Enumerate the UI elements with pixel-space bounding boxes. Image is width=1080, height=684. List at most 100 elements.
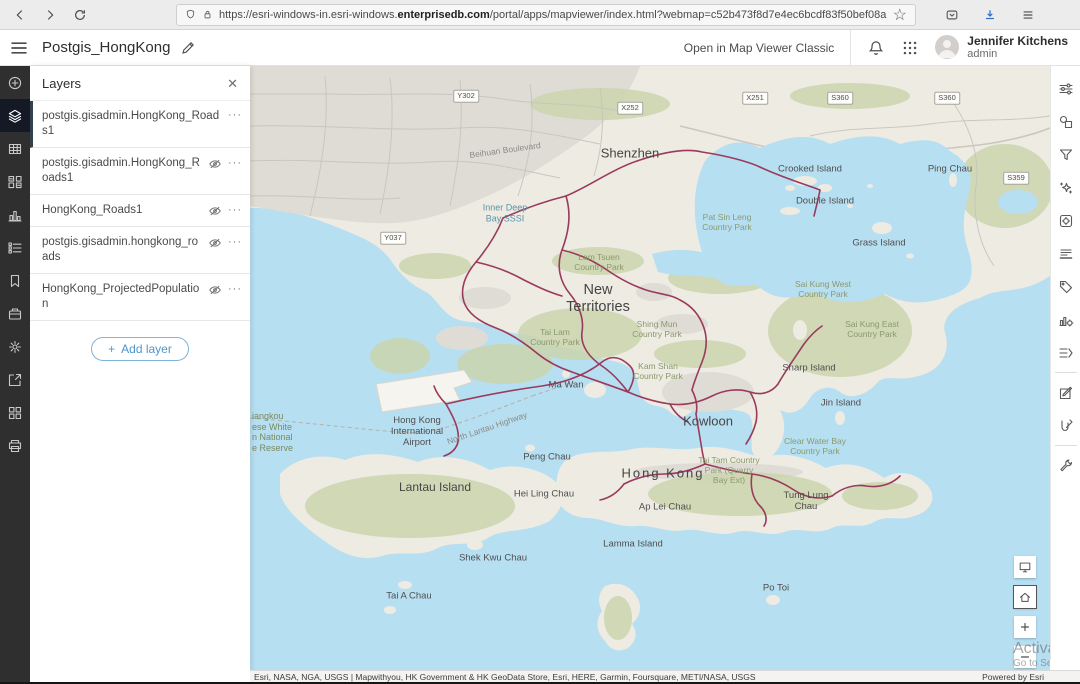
forward-icon[interactable] <box>38 3 62 27</box>
add-new-tool[interactable] <box>0 66 30 99</box>
wrench-icon <box>1058 458 1074 474</box>
layer-options-icon[interactable]: ··· <box>228 237 242 248</box>
layer-options-icon[interactable]: ··· <box>228 110 242 121</box>
layer-item[interactable]: HongKong_ProjectedPopulation··· <box>30 274 250 321</box>
print-tool[interactable] <box>0 429 30 462</box>
filter-tool[interactable] <box>1051 138 1080 171</box>
layer-item[interactable]: postgis.gisadmin.HongKong_Roads1 ··· <box>30 101 250 148</box>
reload-icon[interactable] <box>68 3 92 27</box>
configure-charts-tool[interactable] <box>1051 303 1080 336</box>
address-bar[interactable]: https://esri-windows-in.esri-windows.ent… <box>176 4 916 26</box>
map-canvas[interactable]: ShenzhenNew TerritoriesKowloonHong KongL… <box>250 66 1050 672</box>
browser-toolbar: https://esri-windows-in.esri-windows.ent… <box>0 0 1080 30</box>
gear-icon <box>7 339 23 355</box>
user-menu[interactable]: Jennifer Kitchens admin <box>935 34 1068 62</box>
right-toolbar <box>1050 66 1080 660</box>
edit-title-icon[interactable] <box>180 40 196 56</box>
monitor-icon <box>1018 560 1032 574</box>
app-launcher-grid-icon[interactable] <box>901 39 919 57</box>
properties-tool[interactable] <box>1051 72 1080 105</box>
layers-tool[interactable] <box>0 99 30 132</box>
visibility-eye-off-icon[interactable] <box>208 157 222 171</box>
aggregation-icon <box>1058 213 1074 229</box>
edit-tool[interactable] <box>1051 376 1080 409</box>
layer-options-icon[interactable]: ··· <box>228 284 242 295</box>
effects-icon <box>1058 180 1074 196</box>
legend-icon <box>7 240 23 256</box>
print-icon <box>7 438 23 454</box>
layer-item[interactable]: HongKong_Roads1 ··· <box>30 195 250 227</box>
tables-tool[interactable] <box>0 132 30 165</box>
sketch-tool[interactable] <box>1051 409 1080 442</box>
chart-icon <box>7 207 23 223</box>
charts-tool[interactable] <box>0 198 30 231</box>
apps-icon <box>7 405 23 421</box>
powered-by-esri: Powered by Esri <box>982 672 1044 682</box>
layer-options-icon[interactable]: ··· <box>228 158 242 169</box>
open-classic-link[interactable]: Open in Map Viewer Classic <box>684 41 835 55</box>
app-header: Postgis_HongKong Open in Map Viewer Clas… <box>0 30 1080 66</box>
basemap-tool[interactable] <box>0 165 30 198</box>
zoom-in-button[interactable] <box>1014 616 1036 638</box>
plus-icon <box>1018 620 1032 634</box>
chartgear-icon <box>1058 312 1074 328</box>
bookmark-star-icon[interactable]: ☆ <box>893 5 907 25</box>
layer-item[interactable]: postgis.gisadmin.HongKong_Roads1··· <box>30 148 250 195</box>
legend-tool[interactable] <box>0 231 30 264</box>
home-button[interactable] <box>1014 586 1036 608</box>
filter-icon <box>1058 147 1074 163</box>
header-divider <box>850 30 851 66</box>
attribution-bar: Esri, NASA, NGA, USGS | Mapwithyou, HK G… <box>250 670 1080 682</box>
save-open-tool[interactable] <box>0 297 30 330</box>
back-icon[interactable] <box>8 3 32 27</box>
layer-name: postgis.gisadmin.HongKong_Roads1 <box>42 109 222 139</box>
styles-tool[interactable] <box>1051 105 1080 138</box>
map-properties-tool[interactable] <box>0 330 30 363</box>
aggregation-tool[interactable] <box>1051 204 1080 237</box>
page-title: Postgis_HongKong <box>42 39 170 56</box>
layer-list: postgis.gisadmin.HongKong_Roads1···postg… <box>30 100 250 321</box>
map-controls <box>1014 556 1036 668</box>
visibility-eye-off-icon[interactable] <box>208 236 222 250</box>
zoom-out-button[interactable] <box>1014 646 1036 668</box>
downloads-icon[interactable] <box>978 3 1002 27</box>
bookmarks-tool[interactable] <box>0 264 30 297</box>
screen-extent-button[interactable] <box>1014 556 1036 578</box>
close-panel-icon[interactable]: ✕ <box>227 77 238 90</box>
toolbar-divider <box>1055 445 1077 446</box>
layers-panel: Layers ✕ postgis.gisadmin.HongKong_Roads… <box>30 66 250 682</box>
share-map-tool[interactable] <box>0 363 30 396</box>
add-layer-button[interactable]: +Add layer <box>91 337 189 361</box>
home-icon <box>1018 590 1032 604</box>
configure-fields-tool[interactable] <box>1051 336 1080 369</box>
minus-icon <box>1018 650 1032 664</box>
visibility-eye-off-icon[interactable] <box>208 283 222 297</box>
url-text[interactable]: https://esri-windows-in.esri-windows.ent… <box>219 9 887 21</box>
map-tools-tool[interactable] <box>1051 449 1080 482</box>
visibility-eye-off-icon[interactable] <box>208 204 222 218</box>
fields-icon <box>1058 345 1074 361</box>
layer-name: HongKong_Roads1 <box>42 203 202 218</box>
pop-ups-tool[interactable] <box>1051 270 1080 303</box>
menu-icon[interactable] <box>1016 3 1040 27</box>
effects-tool[interactable] <box>1051 171 1080 204</box>
labels-tool[interactable] <box>1051 237 1080 270</box>
lock-icon[interactable] <box>202 9 213 20</box>
create-app-tool[interactable] <box>0 396 30 429</box>
browser-window: { "browser": { "url_pre": "https://esri-… <box>0 0 1080 684</box>
basemap-icon <box>7 174 23 190</box>
avatar <box>935 35 959 59</box>
app-menu-icon[interactable] <box>8 37 30 59</box>
layer-options-icon[interactable]: ··· <box>228 205 242 216</box>
notifications-bell-icon[interactable] <box>867 39 885 57</box>
shield-permissions-icon[interactable] <box>185 9 196 20</box>
layer-name: postgis.gisadmin.hongkong_roads <box>42 235 202 265</box>
left-toolbar <box>0 66 30 682</box>
attribution-sources: Esri, NASA, NGA, USGS | Mapwithyou, HK G… <box>254 672 756 682</box>
basemap <box>250 66 1050 672</box>
bookmark-icon <box>7 273 23 289</box>
labels-icon <box>1058 246 1074 262</box>
layer-item[interactable]: postgis.gisadmin.hongkong_roads ··· <box>30 227 250 274</box>
pocket-icon[interactable] <box>940 3 964 27</box>
user-name: Jennifer Kitchens <box>967 34 1068 48</box>
